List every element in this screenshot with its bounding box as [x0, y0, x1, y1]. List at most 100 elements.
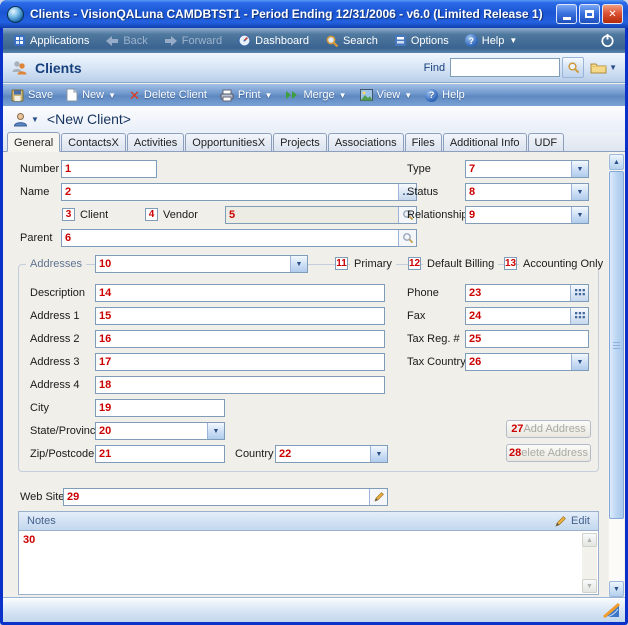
- address3-field[interactable]: 17: [95, 353, 385, 371]
- scroll-down-button[interactable]: ▼: [609, 581, 624, 597]
- tab-additional-info[interactable]: Additional Info: [443, 133, 527, 151]
- menu-forward[interactable]: Forward: [164, 35, 222, 47]
- chevron-down-icon[interactable]: ▼: [571, 184, 588, 200]
- find-search-button[interactable]: [562, 57, 584, 78]
- chevron-down-icon[interactable]: ▼: [571, 161, 588, 177]
- pencil-icon: [373, 491, 385, 503]
- chevron-down-icon[interactable]: ▼: [370, 446, 387, 462]
- vendor-checkbox[interactable]: 4: [145, 208, 158, 221]
- description-field[interactable]: 14: [95, 284, 385, 302]
- state-province-combobox[interactable]: 20▼: [95, 422, 225, 440]
- notes-textarea[interactable]: 30 ▲ ▼: [19, 532, 598, 594]
- delete-client-button[interactable]: ✕ Delete Client: [129, 89, 207, 101]
- client-checkbox[interactable]: 3: [62, 208, 75, 221]
- new-button[interactable]: New ▼: [66, 88, 116, 102]
- maximize-button[interactable]: [579, 4, 600, 24]
- parent-field[interactable]: 6: [61, 229, 417, 247]
- tab-associations[interactable]: Associations: [328, 133, 404, 151]
- chevron-down-icon: ▼: [108, 91, 116, 100]
- record-menu-button[interactable]: ▼: [13, 112, 39, 127]
- name-field[interactable]: 2…: [61, 183, 417, 201]
- address4-label: Address 4: [30, 379, 80, 391]
- parent-label: Parent: [20, 232, 52, 244]
- panel-fold-icon[interactable]: [602, 602, 621, 619]
- tax-reg-field[interactable]: 25: [465, 330, 589, 348]
- accounting-only-label: Accounting Only: [519, 258, 607, 270]
- find-input[interactable]: [450, 58, 560, 77]
- main-scrollbar[interactable]: ▲ ▼: [608, 152, 625, 598]
- scroll-up-icon[interactable]: ▲: [582, 533, 597, 547]
- back-arrow-icon: [105, 35, 119, 47]
- chevron-down-icon[interactable]: ▼: [571, 354, 588, 370]
- menu-bar: Applications Back Forward Dashboard Sear…: [3, 28, 625, 53]
- merge-icon: [285, 89, 299, 101]
- country-combobox[interactable]: 22▼: [275, 445, 388, 463]
- minimize-button[interactable]: [556, 4, 577, 24]
- address3-label: Address 3: [30, 356, 80, 368]
- tab-projects[interactable]: Projects: [273, 133, 327, 151]
- menu-back[interactable]: Back: [105, 35, 147, 47]
- address-selector-combobox[interactable]: 10▼: [95, 255, 308, 273]
- primary-checkbox[interactable]: 11: [335, 257, 348, 270]
- help-icon: ?: [465, 34, 478, 47]
- page-header: Clients Find ▼: [3, 53, 625, 83]
- number-field[interactable]: 1: [61, 160, 157, 178]
- minimize-icon: [563, 17, 571, 20]
- tab-contactsx[interactable]: ContactsX: [61, 133, 126, 151]
- relationship-combobox[interactable]: 9▼: [465, 206, 589, 224]
- accounting-only-checkbox[interactable]: 13: [504, 257, 517, 270]
- scroll-up-button[interactable]: ▲: [609, 154, 624, 170]
- notes-header: Notes Edit: [19, 512, 598, 531]
- close-button[interactable]: ✕: [602, 4, 623, 24]
- add-address-button[interactable]: 27Add Address: [506, 420, 591, 438]
- chevron-down-icon: ▼: [509, 36, 517, 45]
- address1-field[interactable]: 15: [95, 307, 385, 325]
- chevron-down-icon[interactable]: ▼: [207, 423, 224, 439]
- tab-udf[interactable]: UDF: [528, 133, 565, 151]
- menu-options[interactable]: Options: [394, 34, 449, 47]
- lookup-button[interactable]: [398, 230, 416, 246]
- default-billing-checkbox[interactable]: 12: [408, 257, 421, 270]
- fax-grid-button[interactable]: [570, 308, 588, 324]
- merge-button[interactable]: Merge ▼: [285, 89, 346, 101]
- web-site-field[interactable]: 29: [63, 488, 388, 506]
- zip-postcode-field[interactable]: 21: [95, 445, 225, 463]
- notes-scrollbar[interactable]: ▲ ▼: [582, 533, 597, 593]
- type-combobox[interactable]: 7▼: [465, 160, 589, 178]
- tab-opportunitiesx[interactable]: OpportunitiesX: [185, 133, 272, 151]
- scrollbar-thumb[interactable]: [609, 171, 624, 519]
- phone-field[interactable]: 23: [465, 284, 589, 302]
- tab-general[interactable]: General: [7, 132, 60, 152]
- delete-address-button[interactable]: 28elete Address: [506, 444, 591, 462]
- power-button[interactable]: [600, 33, 615, 48]
- address4-field[interactable]: 18: [95, 376, 385, 394]
- menu-help[interactable]: ? Help ▼: [465, 34, 518, 47]
- tab-files[interactable]: Files: [405, 133, 442, 151]
- grid-dots-icon: [575, 289, 585, 297]
- view-button[interactable]: View ▼: [360, 89, 413, 101]
- help-button[interactable]: ? Help: [425, 89, 465, 102]
- notes-edit-button[interactable]: Edit: [554, 515, 590, 528]
- zip-postcode-label: Zip/Postcode: [30, 448, 94, 460]
- folder-menu-button[interactable]: ▼: [590, 61, 617, 74]
- vendor-lookup-field[interactable]: 5: [225, 206, 417, 224]
- tax-country-combobox[interactable]: 26▼: [465, 353, 589, 371]
- fax-field[interactable]: 24: [465, 307, 589, 325]
- menu-search[interactable]: Search: [325, 34, 378, 48]
- chevron-down-icon: ▼: [404, 91, 412, 100]
- country-label: Country: [235, 448, 274, 460]
- phone-grid-button[interactable]: [570, 285, 588, 301]
- scroll-down-icon[interactable]: ▼: [582, 579, 597, 593]
- chevron-down-icon[interactable]: ▼: [290, 256, 307, 272]
- city-field[interactable]: 19: [95, 399, 225, 417]
- tab-activities[interactable]: Activities: [127, 133, 184, 151]
- chevron-down-icon[interactable]: ▼: [571, 207, 588, 223]
- web-site-edit-button[interactable]: [369, 489, 387, 505]
- menu-applications[interactable]: Applications: [13, 34, 89, 47]
- status-combobox[interactable]: 8▼: [465, 183, 589, 201]
- scrollbar-track[interactable]: [609, 519, 624, 581]
- menu-dashboard[interactable]: Dashboard: [238, 34, 309, 47]
- save-button[interactable]: Save: [11, 89, 53, 102]
- print-button[interactable]: Print ▼: [220, 89, 273, 102]
- address2-field[interactable]: 16: [95, 330, 385, 348]
